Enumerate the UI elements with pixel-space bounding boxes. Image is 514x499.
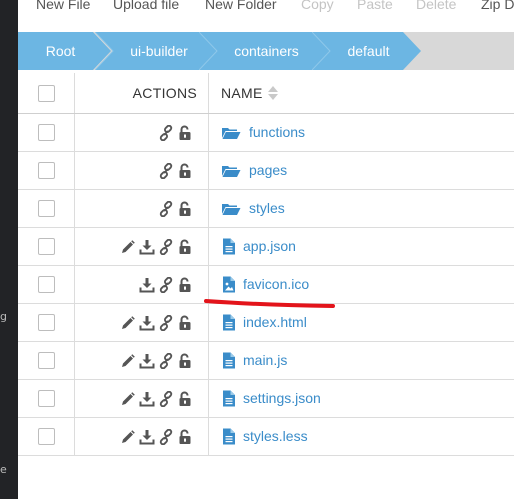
unlock-icon[interactable] — [177, 277, 193, 293]
image-file-icon — [221, 276, 237, 298]
file-icon — [221, 390, 237, 412]
pencil-icon[interactable] — [120, 353, 136, 369]
row-checkbox[interactable] — [38, 162, 55, 179]
file-name-link[interactable]: index.html — [243, 314, 307, 330]
file-icon — [221, 314, 237, 336]
file-name-link[interactable]: favicon.ico — [243, 276, 309, 292]
sidebar-glyph-top: g — [0, 310, 7, 323]
file-name-link[interactable]: main.js — [243, 352, 287, 368]
folder-icon — [221, 163, 241, 184]
pencil-icon[interactable] — [120, 391, 136, 407]
name-header-label: NAME — [221, 85, 263, 101]
file-icon — [221, 428, 237, 450]
pencil-icon[interactable] — [120, 315, 136, 331]
sort-icon[interactable] — [268, 85, 278, 101]
file-icon — [221, 238, 237, 260]
sidebar-glyph-bottom: e — [0, 463, 7, 476]
link-icon[interactable] — [158, 238, 174, 256]
download-icon[interactable] — [139, 277, 155, 293]
table-row[interactable]: index.html — [18, 304, 514, 342]
link-icon[interactable] — [158, 162, 174, 180]
row-checkbox[interactable] — [38, 200, 55, 217]
breadcrumb-label: default — [347, 43, 390, 59]
download-icon[interactable] — [139, 391, 155, 407]
table-row[interactable]: favicon.ico — [18, 266, 514, 304]
new-folder-button[interactable]: New Folder — [205, 0, 277, 12]
row-checkbox[interactable] — [38, 314, 55, 331]
paste-button[interactable]: Paste — [357, 0, 393, 12]
pencil-icon[interactable] — [120, 239, 136, 255]
breadcrumb-item-containers[interactable]: containers — [199, 32, 330, 70]
folder-icon — [221, 201, 241, 222]
upload-file-button[interactable]: Upload file — [113, 0, 179, 12]
copy-button[interactable]: Copy — [301, 0, 334, 12]
file-name-link[interactable]: app.json — [243, 238, 296, 254]
file-icon — [221, 352, 237, 374]
row-checkbox[interactable] — [38, 276, 55, 293]
pencil-icon[interactable] — [120, 429, 136, 445]
unlock-icon[interactable] — [177, 125, 193, 141]
download-icon[interactable] — [139, 315, 155, 331]
download-icon[interactable] — [139, 353, 155, 369]
zip-button[interactable]: Zip D — [481, 0, 514, 12]
select-all-checkbox[interactable] — [38, 85, 55, 102]
table-row[interactable]: app.json — [18, 228, 514, 266]
actions-column-header: ACTIONS — [132, 85, 197, 101]
new-file-button[interactable]: New File — [36, 0, 90, 12]
link-icon[interactable] — [158, 352, 174, 370]
unlock-icon[interactable] — [177, 429, 193, 445]
link-icon[interactable] — [158, 390, 174, 408]
table-row[interactable]: functions — [18, 114, 514, 152]
unlock-icon[interactable] — [177, 201, 193, 217]
folder-icon — [221, 125, 241, 146]
unlock-icon[interactable] — [177, 315, 193, 331]
table-row[interactable]: main.js — [18, 342, 514, 380]
unlock-icon[interactable] — [177, 239, 193, 255]
file-name-link[interactable]: styles — [249, 200, 285, 216]
table-row[interactable]: settings.json — [18, 380, 514, 418]
file-name-link[interactable]: pages — [249, 162, 287, 178]
table-header-row: ACTIONS NAME — [18, 73, 514, 114]
file-name-link[interactable]: styles.less — [243, 428, 308, 444]
row-checkbox[interactable] — [38, 124, 55, 141]
link-icon[interactable] — [158, 276, 174, 294]
file-name-link[interactable]: functions — [249, 124, 305, 140]
name-column-header[interactable]: NAME — [209, 73, 514, 113]
delete-button[interactable]: Delete — [416, 0, 456, 12]
left-sidebar-edge: g e — [0, 0, 18, 499]
breadcrumb-item-default[interactable]: default — [312, 32, 421, 70]
file-name-link[interactable]: settings.json — [243, 390, 321, 406]
table-row[interactable]: pages — [18, 152, 514, 190]
unlock-icon[interactable] — [177, 353, 193, 369]
breadcrumb-label: containers — [234, 43, 299, 59]
row-checkbox[interactable] — [38, 428, 55, 445]
link-icon[interactable] — [158, 200, 174, 218]
row-checkbox[interactable] — [38, 390, 55, 407]
table-row[interactable]: styles.less — [18, 418, 514, 456]
row-checkbox[interactable] — [38, 238, 55, 255]
file-toolbar: New File Upload file New Folder Copy Pas… — [18, 0, 514, 28]
link-icon[interactable] — [158, 314, 174, 332]
row-checkbox[interactable] — [38, 352, 55, 369]
download-icon[interactable] — [139, 239, 155, 255]
link-icon[interactable] — [158, 428, 174, 446]
breadcrumb: Root ui-builder containers default — [18, 32, 514, 70]
table-row[interactable]: styles — [18, 190, 514, 228]
unlock-icon[interactable] — [177, 163, 193, 179]
download-icon[interactable] — [139, 429, 155, 445]
link-icon[interactable] — [158, 124, 174, 142]
unlock-icon[interactable] — [177, 391, 193, 407]
